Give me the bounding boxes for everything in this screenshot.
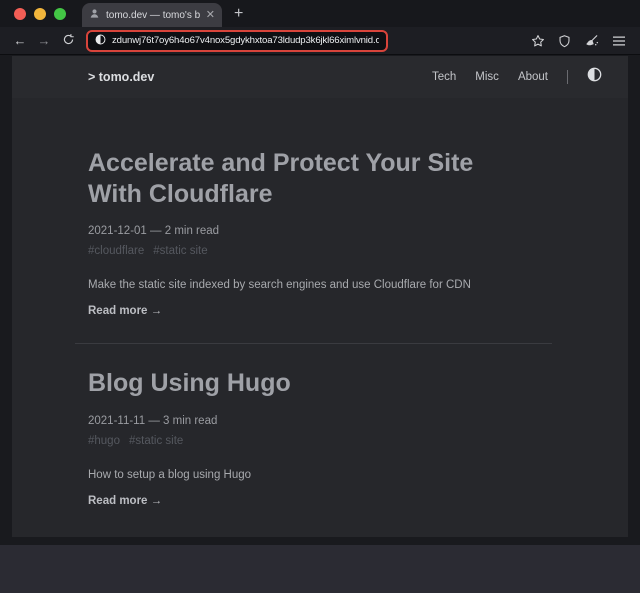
bookmark-star-icon[interactable] [531,34,545,48]
post-date: 2021-12-01 [88,225,147,237]
page-viewport: > tomo.dev Tech Misc About A [0,56,640,545]
url-bar[interactable]: zdunwj76t7oy6h4o67v4nox5gdykhxtoa73ldudp… [86,30,388,52]
post-item: Accelerate and Protect Your Site With Cl… [88,148,588,317]
new-tab-button[interactable]: + [234,5,243,27]
menu-icon[interactable] [612,35,626,47]
tag-link[interactable]: #hugo [88,435,120,447]
broom-new-identity-icon[interactable] [584,34,599,48]
post-meta: 2021-11-11 — 3 min read [88,415,588,427]
post-title-link[interactable]: Accelerate and Protect Your Site With Cl… [88,148,518,209]
post-summary: How to setup a blog using Hugo [88,469,588,481]
browser-tab[interactable]: tomo.dev — tomo's blog ✕ [82,3,222,27]
meta-separator: — [150,225,162,237]
post-item: Blog Using Hugo 2021-11-11 — 3 min read … [88,368,588,507]
nav-divider [567,70,568,84]
browser-toolbar: ← → zdunwj76t7oy6h4o67v4nox5gdykhxtoa73l… [0,27,640,55]
nav-link-tech[interactable]: Tech [432,71,456,83]
read-more-link[interactable]: Read more → [88,305,588,317]
post-read-time: 3 min read [163,415,217,427]
close-window-button[interactable] [14,8,26,20]
onion-circle-icon [95,32,106,50]
browser-window: tomo.dev — tomo's blog ✕ + ← → zdunwj76t… [0,0,640,545]
tab-title: tomo.dev — tomo's blog [106,10,200,21]
tag-link[interactable]: #static site [153,245,207,257]
meta-separator: — [148,415,160,427]
url-text: zdunwj76t7oy6h4o67v4nox5gdykhxtoa73ldudp… [112,35,379,46]
toolbar-icons [531,34,630,48]
forward-button[interactable]: → [34,33,54,48]
post-date: 2021-11-11 [88,415,145,427]
post-divider [75,343,552,344]
tag-link[interactable]: #cloudflare [88,245,144,257]
post-list: Accelerate and Protect Your Site With Cl… [12,148,628,507]
nav-link-about[interactable]: About [518,71,548,83]
nav-link-misc[interactable]: Misc [475,71,499,83]
post-read-time: 2 min read [165,225,219,237]
tag-link[interactable]: #static site [129,435,183,447]
desktop-background [0,545,640,593]
site-header: > tomo.dev Tech Misc About [12,56,628,98]
site-nav: Tech Misc About [432,67,602,87]
page-content: > tomo.dev Tech Misc About A [12,56,628,537]
favicon-icon [89,6,100,24]
read-more-link[interactable]: Read more → [88,495,588,507]
post-tags: #hugo #static site [88,435,588,447]
post-summary: Make the static site indexed by search e… [88,279,588,291]
post-meta: 2021-12-01 — 2 min read [88,225,588,237]
back-button[interactable]: ← [10,33,30,48]
theme-toggle-icon[interactable] [587,67,602,87]
reload-icon[interactable] [58,33,78,49]
minimize-window-button[interactable] [34,8,46,20]
post-title-link[interactable]: Blog Using Hugo [88,368,518,399]
shield-icon[interactable] [558,34,571,48]
tab-bar: tomo.dev — tomo's blog ✕ + [0,0,640,27]
tab-close-icon[interactable]: ✕ [206,10,215,21]
zoom-window-button[interactable] [54,8,66,20]
traffic-lights [0,0,78,27]
site-logo[interactable]: > tomo.dev [88,70,154,84]
post-tags: #cloudflare #static site [88,245,588,257]
